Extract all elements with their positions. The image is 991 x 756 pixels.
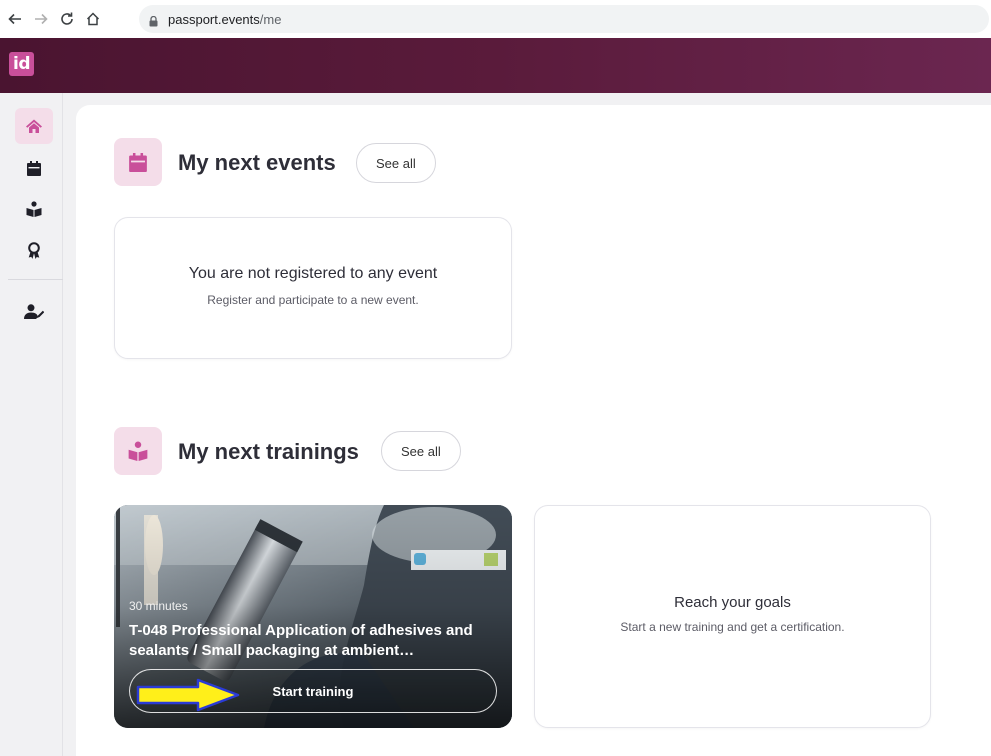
goals-card[interactable]: Reach your goals Start a new training an… xyxy=(534,505,931,728)
app-logo[interactable]: id xyxy=(9,52,34,76)
user-edit-icon xyxy=(24,303,44,319)
home-icon xyxy=(26,119,42,133)
calendar-icon xyxy=(27,160,41,176)
events-see-all-button[interactable]: See all xyxy=(356,143,436,183)
sidebar-item-certifications[interactable] xyxy=(15,232,53,268)
reader-icon xyxy=(128,441,148,461)
training-title: T-048 Professional Application of adhesi… xyxy=(129,622,473,659)
url-text: passport.events/me xyxy=(168,12,281,27)
back-icon[interactable] xyxy=(4,8,26,30)
goals-title: Reach your goals xyxy=(674,594,791,611)
events-section-icon xyxy=(114,138,162,186)
calendar-icon xyxy=(129,152,147,172)
trainings-see-all-button[interactable]: See all xyxy=(381,431,461,471)
lock-icon xyxy=(149,14,158,26)
sidebar-item-profile[interactable] xyxy=(15,293,53,329)
sidebar-item-trainings[interactable] xyxy=(15,191,53,227)
sidebar-divider xyxy=(8,279,63,280)
sidebar-item-events[interactable] xyxy=(15,150,53,186)
events-empty-text: Register and participate to a new event. xyxy=(207,293,419,307)
reload-icon[interactable] xyxy=(56,8,78,30)
url-host: passport.events xyxy=(168,11,260,27)
forward-icon[interactable] xyxy=(30,8,52,30)
goals-text: Start a new training and get a certifica… xyxy=(620,620,845,634)
arrow-annotation-icon xyxy=(136,678,240,712)
sidebar xyxy=(0,93,63,756)
training-duration: 30 minutes xyxy=(129,599,188,613)
home-browser-icon[interactable] xyxy=(82,8,104,30)
app-header: id xyxy=(0,38,991,93)
award-icon xyxy=(28,241,40,259)
browser-toolbar: passport.events/me xyxy=(0,0,991,38)
trainings-section-icon xyxy=(114,427,162,475)
events-section-title: My next events xyxy=(178,150,336,175)
url-path: /me xyxy=(259,11,282,27)
events-empty-card: You are not registered to any event Regi… xyxy=(114,217,512,359)
trainings-section-title: My next trainings xyxy=(178,439,359,464)
events-empty-title: You are not registered to any event xyxy=(188,265,438,282)
reader-icon xyxy=(26,201,42,217)
address-bar[interactable]: passport.events/me xyxy=(139,5,989,33)
sidebar-item-home[interactable] xyxy=(15,108,53,144)
